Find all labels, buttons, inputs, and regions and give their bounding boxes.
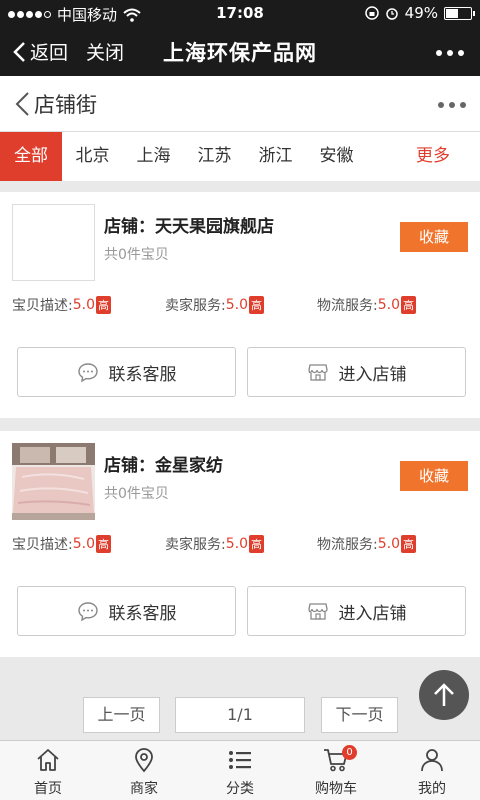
arrow-up-icon [434,683,454,706]
region-tab-zhejiang[interactable]: 浙江 [245,132,306,181]
score-description: 宝贝描述: 5.0 高 [12,535,111,553]
favorite-button[interactable]: 收藏 [400,222,468,252]
back-to-top-button[interactable] [419,670,469,720]
next-page-button[interactable]: 下一页 [321,697,398,733]
wechat-nav-bar: 返回 关闭 上海环保产品网 [0,26,480,76]
score-service: 卖家服务: 5.0 高 [165,296,264,314]
score-logistics: 物流服务: 5.0 高 [317,535,416,553]
score-service: 卖家服务: 5.0 高 [165,535,264,553]
shop-item-count: 共0件宝贝 [104,247,169,263]
page-header-title: 店铺街 [34,93,97,117]
storefront-icon [307,364,328,381]
contact-service-button[interactable]: 联系客服 [17,586,236,636]
shop-card: 店铺：金星家纺 共0件宝贝 收藏 宝贝描述: 5.0 高 卖家服务: 5.0 高 物流服… [0,431,480,657]
battery-percent: 49% [404,4,438,22]
favorite-button[interactable]: 收藏 [400,461,468,491]
page-indicator[interactable]: 1/1 [175,697,305,733]
storefront-icon [307,603,328,620]
battery-icon [444,6,475,20]
region-tab-anhui[interactable]: 安徽 [306,132,367,181]
tab-home[interactable]: 首页 [0,741,96,800]
contact-service-button[interactable]: 联系客服 [17,347,236,397]
shop-name[interactable]: 店铺：天天果园旗舰店 [104,212,274,237]
shop-thumbnail[interactable] [12,204,95,281]
shop-item-count: 共0件宝贝 [104,486,169,502]
page-header: 店铺街 [0,76,480,132]
region-tab-shanghai[interactable]: 上海 [123,132,184,181]
alarm-icon [385,8,398,20]
shop-name[interactable]: 店铺：金星家纺 [104,451,223,476]
score-logistics: 物流服务: 5.0 高 [317,296,416,314]
cart-count-badge: 0 [342,745,357,760]
region-tab-all[interactable]: 全部 [0,132,62,181]
prev-page-button[interactable]: 上一页 [83,697,160,733]
user-icon [421,749,443,772]
more-options-icon[interactable] [438,102,466,108]
bedding-product-image [12,443,95,520]
shop-thumbnail[interactable] [12,443,95,520]
page-title: 上海环保产品网 [163,41,317,65]
chat-bubble-icon [77,602,98,622]
region-more-button[interactable]: 更多 [400,132,466,181]
location-pin-icon [135,748,153,773]
chevron-left-icon [15,92,29,116]
region-filter: 全部 北京 上海 江苏 浙江 安徽 更多 [0,132,480,181]
rotation-lock-icon [364,6,379,20]
shop-card: 店铺：天天果园旗舰店 共0件宝贝 收藏 宝贝描述: 5.0 高 卖家服务: 5.0 高 … [0,192,480,418]
page-back-button[interactable]: 店铺街 [14,89,97,119]
more-menu-icon[interactable] [436,50,464,56]
home-icon [37,749,59,771]
list-icon [229,751,251,769]
region-tab-jiangsu[interactable]: 江苏 [184,132,245,181]
tab-categories[interactable]: 分类 [192,741,288,800]
tab-merchants[interactable]: 商家 [96,741,192,800]
status-bar: 中国移动 17:08 49% [0,0,480,26]
tab-profile[interactable]: 我的 [384,741,480,800]
score-description: 宝贝描述: 5.0 高 [12,296,111,314]
chat-bubble-icon [77,363,98,383]
region-tab-beijing[interactable]: 北京 [62,132,123,181]
enter-shop-button[interactable]: 进入店铺 [247,347,466,397]
bottom-tab-bar: 首页 商家 分类 0 购物车 我的 [0,740,480,800]
enter-shop-button[interactable]: 进入店铺 [247,586,466,636]
tab-cart[interactable]: 0 购物车 [288,741,384,800]
